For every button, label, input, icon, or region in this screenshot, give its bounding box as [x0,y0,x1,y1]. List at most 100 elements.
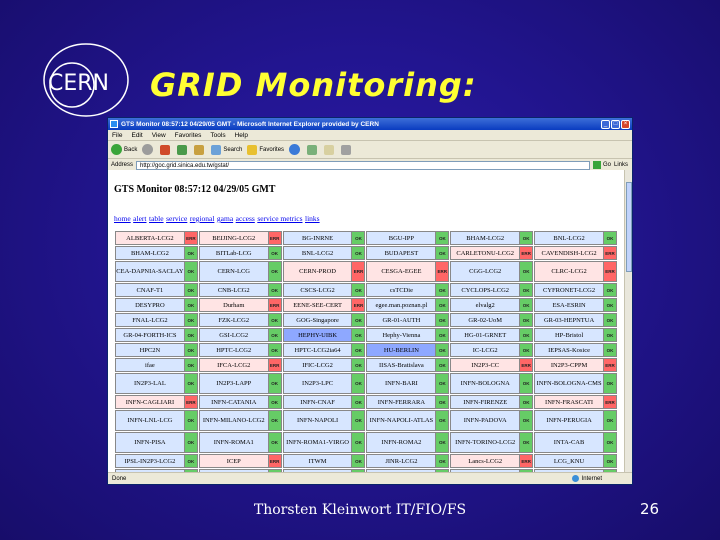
site-entry[interactable]: CSCS-LCG2 OK [282,283,366,297]
site-entry[interactable]: GOG-Singapore OK [282,313,366,327]
site-entry[interactable]: INFN-LNL-LCG OK [115,410,198,431]
menu-item-help[interactable]: Help [235,132,248,139]
site-entry[interactable]: Lancs-LCG2 ERR [450,454,534,468]
site-name[interactable]: INFN-CNAF [282,395,353,409]
site-name[interactable]: CESGA-EGEE [366,261,437,282]
site-name[interactable]: Lancs-LCG2 [450,454,521,468]
site-name[interactable]: EENE-SEE-CERT [282,298,353,312]
site-entry[interactable]: CAVENDISH-LCG2 ERR [534,246,617,260]
site-entry[interactable]: DESYPRO OK [115,298,198,312]
site-entry[interactable]: CERN-LCG OK [198,261,282,282]
nav-link-gama[interactable]: gama [217,214,233,223]
site-name[interactable]: GR-04-FORTH-ICS [115,328,185,342]
site-name[interactable]: CGG-LCG2 [450,261,521,282]
site-entry[interactable]: ICEP ERR [198,454,282,468]
search-button[interactable]: Search [211,144,242,155]
site-name[interactable]: Durham [198,298,269,312]
site-name[interactable]: CYCLOPS-LCG2 [450,283,521,297]
site-entry[interactable]: INFN-MILANO-LCG2 OK [198,410,282,431]
history-button[interactable] [307,144,319,155]
site-name[interactable]: ifae [115,358,185,372]
site-name[interactable]: FZK-LCG2 [198,313,269,327]
forward-button[interactable] [142,144,155,155]
site-name[interactable]: INFN-BOLOGNA-CMS [534,373,604,394]
site-entry[interactable]: ITWM OK [282,454,366,468]
site-name[interactable]: JINR-LCG2 [366,454,437,468]
site-entry[interactable]: INFN-PADOVA OK [450,410,534,431]
site-name[interactable]: BG-INRNE [282,231,353,245]
site-name[interactable]: GR-03-HEPNTUA [534,313,604,327]
site-entry[interactable]: CYCLOPS-LCG2 OK [450,283,534,297]
site-entry[interactable]: CARLETONU-LCG2 ERR [450,246,534,260]
site-entry[interactable]: INFN-ROMA2 OK [366,432,450,453]
site-entry[interactable]: IISAS-Bratislava OK [366,358,450,372]
site-name[interactable]: INFN-NAPOLI-ATLAS [366,410,437,431]
site-name[interactable]: CNAF-T1 [115,283,185,297]
site-name[interactable]: IN2P3-CPPM [534,358,604,372]
site-name[interactable]: Hephy-Vienna [366,328,437,342]
site-entry[interactable]: CYFRONET-LCG2 OK [534,283,617,297]
menu-item-favorites[interactable]: Favorites [175,132,202,139]
site-name[interactable]: INFN-FIRENZE [450,395,521,409]
site-entry[interactable]: HEPHY-UIBK OK [282,328,366,342]
site-entry[interactable]: egee.man.poznan.pl OK [366,298,450,312]
site-name[interactable]: CYFRONET-LCG2 [534,283,604,297]
site-entry[interactable]: FNAL-LCG2 OK [115,313,198,327]
site-name[interactable]: ESA-ESRIN [534,298,604,312]
site-entry[interactable]: INFN-CNAF OK [282,395,366,409]
site-name[interactable]: IISAS-Bratislava [366,358,437,372]
site-entry[interactable]: IFIC-LCG2 OK [282,358,366,372]
site-entry[interactable]: INFN-CAGLIARI ERR [115,395,198,409]
site-name[interactable]: HU-BERLIN [366,343,437,357]
site-name[interactable]: INFN-TORINO-LCG2 [450,432,521,453]
site-name[interactable]: BEIJING-LCG2 [198,231,269,245]
site-name[interactable]: INFN-FRASCATI [534,395,604,409]
site-name[interactable]: BHAM-LCG2 [450,231,521,245]
site-entry[interactable]: INFN-BOLOGNA-CMS OK [534,373,617,394]
site-name[interactable]: GSI-LCG2 [198,328,269,342]
site-entry[interactable]: CNAF-T1 OK [115,283,198,297]
site-entry[interactable]: IPSL-IN2P3-LCG2 OK [115,454,198,468]
site-name[interactable]: INFN-PERUGIA [534,410,604,431]
site-entry[interactable]: CEA-DAPNIA-SACLAY OK [115,261,198,282]
home-button[interactable] [194,144,206,155]
back-button[interactable]: Back [111,144,137,155]
site-entry[interactable]: INFN-CATANIA OK [198,395,282,409]
site-name[interactable]: IN2P3-LAL [115,373,185,394]
site-name[interactable]: INFN-PADOVA [450,410,521,431]
site-entry[interactable]: IFCA-LCG2 ERR [198,358,282,372]
menu-item-view[interactable]: View [152,132,166,139]
site-entry[interactable]: INFN-ROMA1-VIRGO OK [282,432,366,453]
site-entry[interactable]: HPC2N OK [115,343,198,357]
site-name[interactable]: HPC2N [115,343,185,357]
menu-item-edit[interactable]: Edit [131,132,142,139]
site-entry[interactable]: BNL-LCG2 OK [282,246,366,260]
site-name[interactable]: HP-Bristol [534,328,604,342]
site-name[interactable]: IN2P3-CC [450,358,521,372]
site-entry[interactable]: FZK-LCG2 OK [198,313,282,327]
nav-link-links[interactable]: links [305,214,320,223]
close-icon[interactable]: × [621,119,630,129]
site-name[interactable]: CEA-DAPNIA-SACLAY [115,261,185,282]
refresh-button[interactable] [177,144,189,155]
nav-link-service[interactable]: service [166,214,187,223]
site-entry[interactable]: INFN-BARI OK [366,373,450,394]
site-entry[interactable]: IN2P3-LPC OK [282,373,366,394]
site-name[interactable]: INFN-CAGLIARI [115,395,185,409]
nav-link-service-metrics[interactable]: service metrics [257,214,302,223]
site-entry[interactable]: csTCDie OK [366,283,450,297]
site-entry[interactable]: LCG_KNU OK [534,454,617,468]
site-entry[interactable]: GR-01-AUTH OK [366,313,450,327]
site-entry[interactable]: CLRC-LCG2 ERR [534,261,617,282]
site-entry[interactable]: BHAM-LCG2 OK [450,231,534,245]
site-entry[interactable]: HP-Bristol OK [534,328,617,342]
site-name[interactable]: INFN-LNL-LCG [115,410,185,431]
site-name[interactable]: BNL-LCG2 [282,246,353,260]
print-button[interactable] [341,144,353,155]
site-entry[interactable]: Durham ERR [198,298,282,312]
site-name[interactable]: egee.man.poznan.pl [366,298,437,312]
site-name[interactable]: csTCDie [366,283,437,297]
site-entry[interactable]: GSI-LCG2 OK [198,328,282,342]
site-name[interactable]: GR-01-AUTH [366,313,437,327]
site-entry[interactable]: INFN-PISA OK [115,432,198,453]
